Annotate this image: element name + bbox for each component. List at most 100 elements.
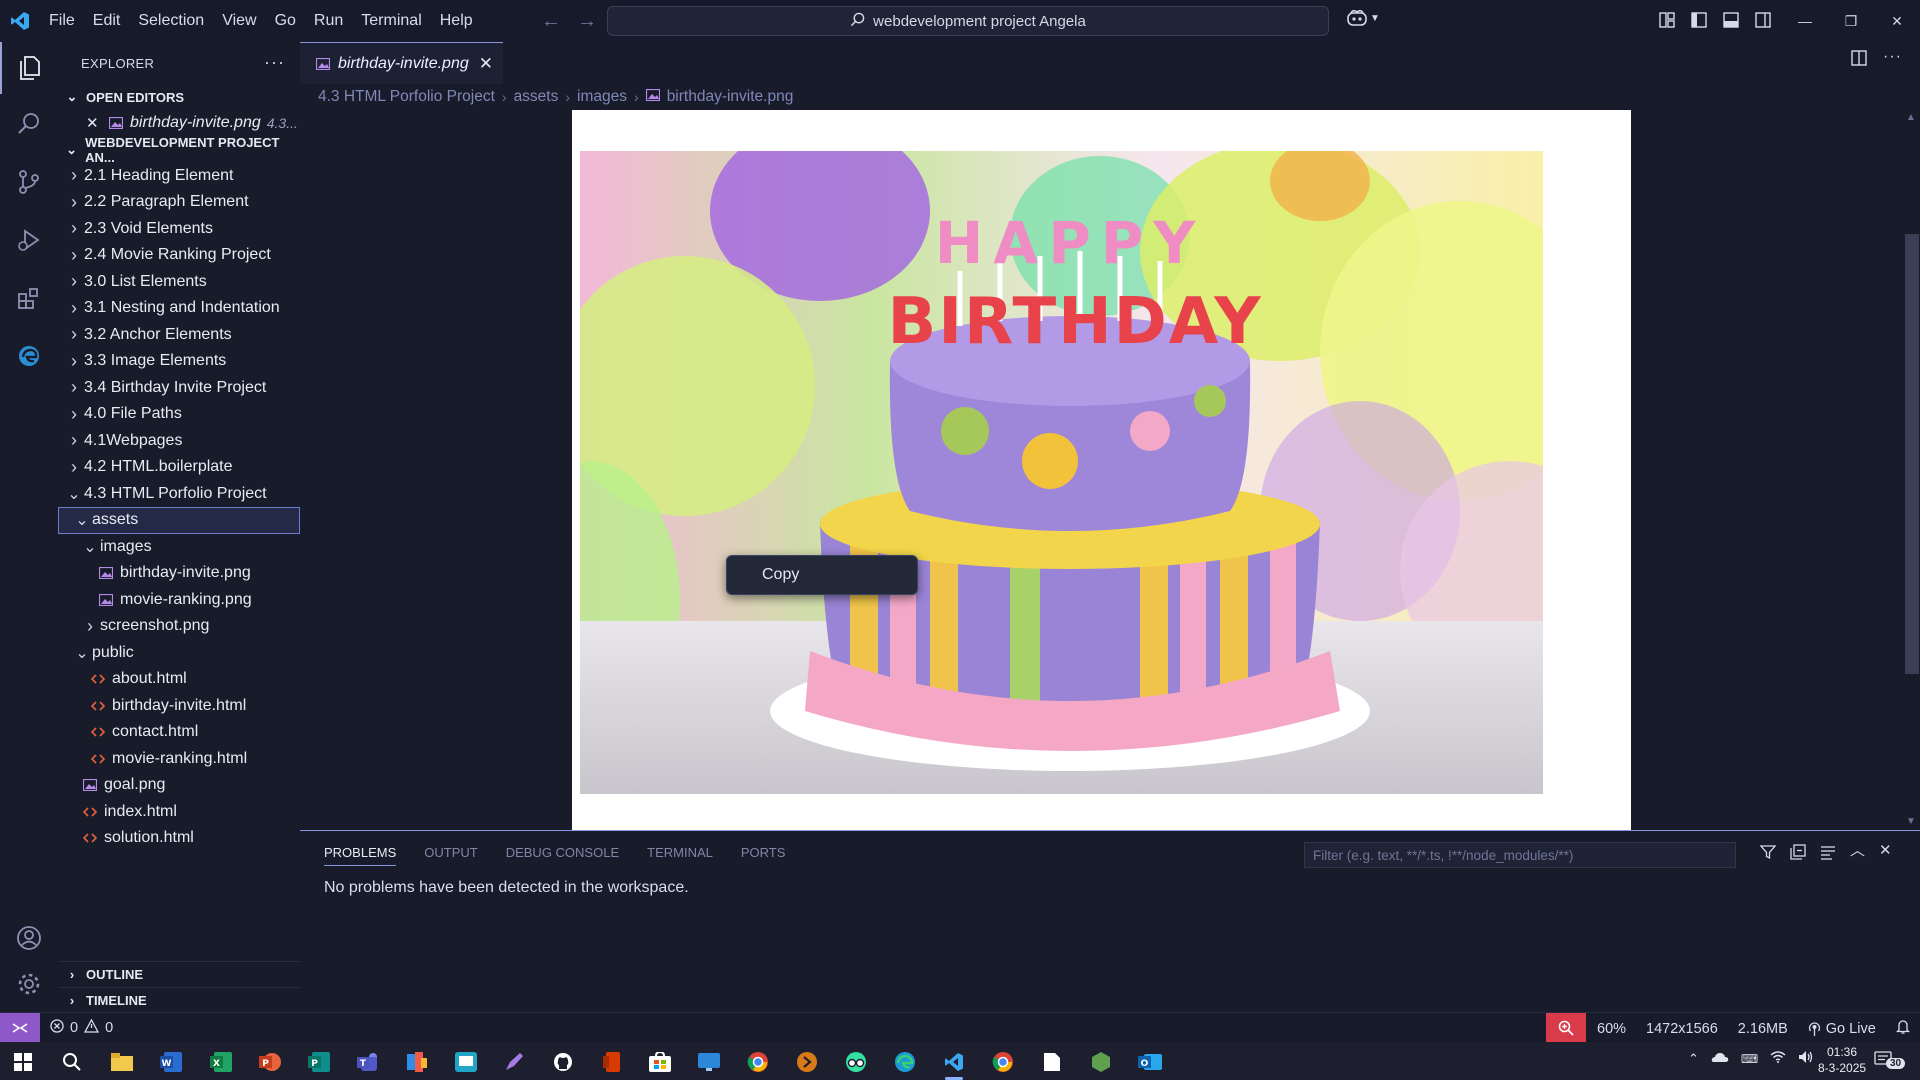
menu-file[interactable]: File — [40, 6, 84, 36]
split-editor-icon[interactable] — [1851, 50, 1867, 71]
source-control-icon[interactable] — [0, 156, 58, 208]
toggle-panel-icon[interactable] — [1720, 9, 1742, 31]
breadcrumb-item[interactable]: 4.3 HTML Porfolio Project — [318, 88, 495, 106]
outlook-icon[interactable]: O — [1133, 1047, 1167, 1077]
close-window-button[interactable]: ✕ — [1874, 0, 1920, 42]
tree-folder[interactable]: › 3.0 List Elements — [58, 269, 300, 296]
run-debug-icon[interactable] — [0, 214, 58, 266]
close-icon[interactable]: ✕ — [86, 114, 102, 132]
tab-close-icon[interactable]: ✕ — [479, 54, 493, 74]
tree-file[interactable]: goal.png — [58, 772, 300, 799]
birthday-cake-image[interactable]: HAPPY BIRTHDAY — [580, 151, 1543, 794]
tree-folder[interactable]: › 2.4 Movie Ranking Project — [58, 242, 300, 269]
back-arrow-icon[interactable]: ← — [540, 8, 562, 34]
app-orange-icon[interactable] — [790, 1047, 824, 1077]
remote-desktop-icon[interactable] — [692, 1047, 726, 1077]
tree-folder[interactable]: › 3.2 Anchor Elements — [58, 322, 300, 349]
bell-icon[interactable] — [1895, 1019, 1910, 1038]
system-clock[interactable]: 01:36 8-3-2025 — [1818, 1044, 1866, 1076]
context-menu-copy[interactable]: Copy — [762, 566, 799, 584]
filter-icon[interactable] — [1759, 844, 1777, 865]
minimize-button[interactable]: — — [1782, 0, 1828, 42]
tab-debug-console[interactable]: DEBUG CONSOLE — [506, 845, 619, 866]
tree-file[interactable]: movie-ranking.png — [58, 587, 300, 614]
breadcrumb-item[interactable]: images — [577, 88, 627, 106]
project-section[interactable]: ⌄ WEBDEVELOPMENT PROJECT AN... — [58, 135, 300, 165]
menu-go[interactable]: Go — [266, 6, 305, 36]
timeline-section[interactable]: › TIMELINE — [58, 987, 300, 1013]
show-hidden-icons-icon[interactable]: ⌃ — [1688, 1051, 1699, 1067]
tree-folder[interactable]: › 4.1Webpages — [58, 428, 300, 455]
more-actions-icon[interactable]: ··· — [264, 52, 285, 73]
open-editors-section[interactable]: ⌄ OPEN EDITORS — [58, 84, 300, 110]
office-app-icon[interactable] — [400, 1047, 434, 1077]
collapse-all-icon[interactable] — [1790, 844, 1806, 865]
nodejs-icon[interactable] — [1084, 1047, 1118, 1077]
publisher-icon[interactable]: P — [302, 1047, 336, 1077]
extensions-icon[interactable] — [0, 272, 58, 324]
menu-run[interactable]: Run — [305, 6, 352, 36]
tab-terminal[interactable]: TERMINAL — [647, 845, 713, 866]
problems-filter-input[interactable]: Filter (e.g. text, **/*.ts, !**/node_mod… — [1304, 842, 1736, 868]
explorer-icon[interactable] — [0, 42, 58, 94]
zoom-level[interactable]: 60% — [1597, 1021, 1626, 1037]
file-explorer-icon[interactable] — [105, 1047, 139, 1077]
remote-indicator-icon[interactable] — [0, 1013, 40, 1042]
command-center-search[interactable]: webdevelopment project Angela — [607, 6, 1329, 36]
store-icon[interactable] — [643, 1047, 677, 1077]
tab-output[interactable]: OUTPUT — [424, 845, 477, 866]
outline-section[interactable]: › OUTLINE — [58, 961, 300, 987]
search-view-icon[interactable] — [0, 98, 58, 150]
tree-file[interactable]: about.html — [58, 666, 300, 693]
menu-view[interactable]: View — [213, 6, 265, 36]
edge-icon[interactable] — [888, 1047, 922, 1077]
settings-gear-icon[interactable] — [0, 958, 58, 1010]
tree-folder[interactable]: ⌄ assets — [58, 507, 300, 534]
excel-icon[interactable]: X — [204, 1047, 238, 1077]
pen-app-icon[interactable] — [497, 1047, 531, 1077]
edge-devtools-icon[interactable] — [0, 330, 58, 382]
toggle-secondary-sidebar-icon[interactable] — [1752, 9, 1774, 31]
status-problems[interactable]: 0 0 — [50, 1018, 113, 1037]
vscode-taskbar-icon[interactable] — [937, 1047, 971, 1080]
chrome-icon[interactable] — [741, 1047, 775, 1077]
accounts-icon[interactable] — [0, 912, 58, 964]
tab-problems[interactable]: PROBLEMS — [324, 845, 397, 866]
menu-selection[interactable]: Selection — [129, 6, 213, 36]
powerpoint-icon[interactable]: P — [253, 1047, 287, 1077]
tab-birthday-invite[interactable]: birthday-invite.png ✕ — [300, 42, 503, 84]
github-icon[interactable] — [546, 1047, 580, 1077]
toggle-primary-sidebar-icon[interactable] — [1688, 9, 1710, 31]
tree-folder[interactable]: ⌄ 4.3 HTML Porfolio Project — [58, 481, 300, 508]
editor-scrollbar[interactable] — [1905, 234, 1919, 674]
tree-file[interactable]: index.html — [58, 799, 300, 826]
tab-ports[interactable]: PORTS — [741, 845, 786, 866]
tree-folder[interactable]: › 3.4 Birthday Invite Project — [58, 375, 300, 402]
wifi-icon[interactable] — [1770, 1051, 1786, 1066]
scroll-down-icon[interactable]: ▼ — [1906, 816, 1916, 827]
tree-file[interactable]: contact.html — [58, 719, 300, 746]
tree-file[interactable]: solution.html — [58, 825, 300, 852]
tree-file[interactable]: birthday-invite.png — [58, 560, 300, 587]
menu-terminal[interactable]: Terminal — [352, 6, 430, 36]
tree-folder[interactable]: › 2.3 Void Elements — [58, 216, 300, 243]
tree-folder[interactable]: › 4.2 HTML.boilerplate — [58, 454, 300, 481]
open-editor-item[interactable]: ✕ birthday-invite.png 4.3... — [58, 110, 300, 137]
copilot-button[interactable]: ▼ — [1346, 9, 1380, 27]
taskbar-search-icon[interactable] — [55, 1047, 89, 1077]
forward-arrow-icon[interactable]: → — [576, 8, 598, 34]
tree-folder[interactable]: › 2.1 Heading Element — [58, 163, 300, 190]
tree-folder[interactable]: › 3.3 Image Elements — [58, 348, 300, 375]
scroll-up-icon[interactable]: ▲ — [1906, 112, 1916, 123]
word-icon[interactable]: W — [154, 1047, 188, 1077]
go-live-button[interactable]: Go Live — [1808, 1021, 1876, 1037]
breadcrumb-item[interactable]: birthday-invite.png — [667, 88, 794, 106]
zoom-icon[interactable] — [1546, 1013, 1586, 1042]
customize-layout-icon[interactable] — [1656, 9, 1678, 31]
notepad-icon[interactable] — [1035, 1047, 1069, 1077]
maximize-panel-icon[interactable]: ︿ — [1850, 843, 1865, 865]
tree-file[interactable]: birthday-invite.html — [58, 693, 300, 720]
menu-edit[interactable]: Edit — [84, 6, 130, 36]
whiteboard-icon[interactable] — [449, 1047, 483, 1077]
windows-start-icon[interactable] — [6, 1047, 40, 1077]
